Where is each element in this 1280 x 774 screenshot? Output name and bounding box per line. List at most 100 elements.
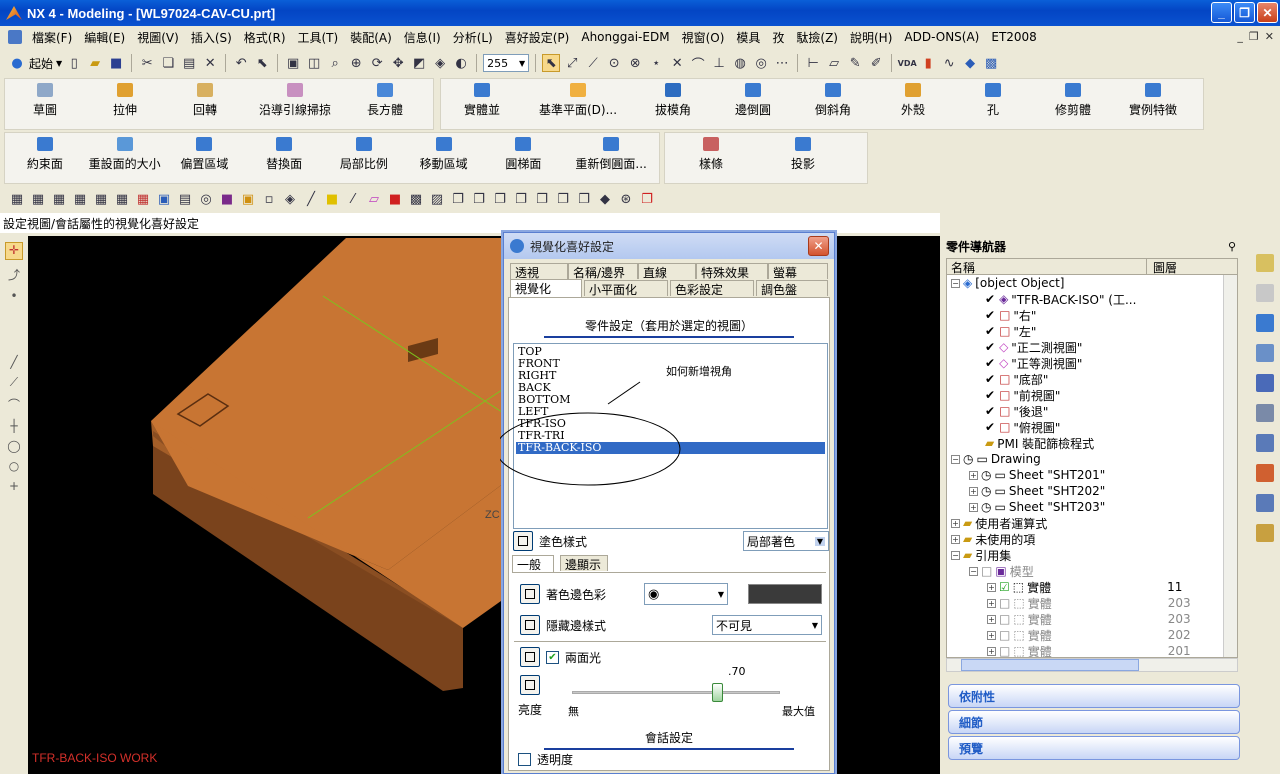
- undo-icon[interactable]: ↶: [232, 54, 250, 72]
- minimize-button[interactable]: _: [1211, 2, 1232, 23]
- menu-edm[interactable]: Ahonggai-EDM: [575, 30, 675, 44]
- cut-icon[interactable]: ✂: [138, 54, 156, 72]
- measure-icon[interactable]: ⊢: [804, 54, 822, 72]
- tool-b-icon[interactable]: ▦: [29, 190, 47, 208]
- tree-node[interactable]: ✔ □ "後退": [985, 403, 1048, 419]
- tree-node[interactable]: + ◷ ▭ Sheet "SHT201": [969, 467, 1105, 483]
- dialog-close-button[interactable]: ✕: [808, 236, 829, 256]
- zoom-region-icon[interactable]: ◫: [305, 54, 323, 72]
- move-region-button[interactable]: 移動區域: [404, 133, 484, 172]
- tool-v-icon[interactable]: ⊛: [617, 190, 635, 208]
- datum-plane-button[interactable]: 基準平面(D)...: [523, 79, 633, 118]
- tree-node[interactable]: ✔ □ "前視圖": [985, 387, 1060, 403]
- line-icon[interactable]: ╱: [302, 190, 320, 208]
- tab-special-effects[interactable]: 特殊效果: [696, 263, 768, 280]
- brightness-slider-thumb[interactable]: [712, 683, 724, 702]
- tab-perspective[interactable]: 透視: [510, 263, 568, 280]
- two-side-light-button[interactable]: [520, 647, 540, 667]
- transparency-checkbox[interactable]: [518, 753, 531, 766]
- circle-tool-icon[interactable]: ◯: [7, 439, 20, 453]
- open-icon[interactable]: ▰: [86, 54, 104, 72]
- copy-a-icon[interactable]: ❐: [449, 190, 467, 208]
- unite-button[interactable]: 實體並: [441, 79, 523, 118]
- history-icon[interactable]: [1256, 404, 1274, 422]
- tool-c-icon[interactable]: ▦: [50, 190, 68, 208]
- snap-rotate-icon[interactable]: ⤴: [8, 266, 20, 283]
- snap-point-icon[interactable]: ⋆: [647, 54, 665, 72]
- chart-icon[interactable]: ▮: [919, 54, 937, 72]
- tool-i-icon[interactable]: ▤: [176, 190, 194, 208]
- arc-tool-icon[interactable]: ⌒: [8, 396, 20, 413]
- manufacturing-wizard-icon[interactable]: [1256, 494, 1274, 512]
- ruler-icon[interactable]: ▱: [825, 54, 843, 72]
- roles-icon[interactable]: [1256, 524, 1274, 542]
- menu-misc[interactable]: 孜: [766, 29, 790, 46]
- column-layer-header[interactable]: 圖層: [1147, 259, 1177, 275]
- hole-button[interactable]: 孔: [953, 79, 1033, 118]
- menu-window[interactable]: 視窗(O): [676, 29, 731, 46]
- tree-vscrollbar[interactable]: [1223, 275, 1237, 657]
- tree-node[interactable]: + ▰ 使用者運算式: [951, 515, 1047, 531]
- tree-node[interactable]: − ◈ [object Object]: [951, 275, 1064, 291]
- point-icon[interactable]: •: [10, 289, 17, 303]
- edge-color-select[interactable]: ◉ ▼: [644, 583, 729, 605]
- tree-node[interactable]: + □ ⬚ 實體 202: [987, 627, 1191, 643]
- tree-node[interactable]: ✔ □ "左": [985, 323, 1036, 339]
- mdi-restore-button[interactable]: ❐: [1249, 30, 1259, 43]
- tool-s-icon[interactable]: ▩: [407, 190, 425, 208]
- tool-o-icon[interactable]: ■: [323, 190, 341, 208]
- tool-n-icon[interactable]: ◈: [281, 190, 299, 208]
- delete-icon[interactable]: ✕: [201, 54, 219, 72]
- menu-format[interactable]: 格式(R): [238, 29, 292, 46]
- snap-center-icon[interactable]: ⊙: [605, 54, 623, 72]
- menu-file[interactable]: 檔案(F): [26, 29, 78, 46]
- trim-tool-icon[interactable]: ┼: [10, 419, 17, 433]
- blend-face-button[interactable]: 圓梯面: [484, 133, 564, 172]
- spline-button[interactable]: 樣條: [665, 133, 757, 172]
- tree-node[interactable]: − □ ▣ 模型: [969, 563, 1034, 579]
- shell-button[interactable]: 外殼: [873, 79, 953, 118]
- hidden-edge-button[interactable]: [520, 615, 540, 635]
- extrude-button[interactable]: 拉伸: [85, 79, 165, 118]
- snap-int-icon[interactable]: ✕: [668, 54, 686, 72]
- tree-hscrollbar[interactable]: [946, 658, 1238, 672]
- pin-icon[interactable]: ⚲: [1228, 240, 1236, 253]
- tree-node[interactable]: + □ ⬚ 實體 203: [987, 595, 1191, 611]
- circle2-tool-icon[interactable]: ○: [9, 459, 19, 473]
- edge-color-swatch[interactable]: [748, 584, 822, 604]
- tree-node[interactable]: ✔ □ "右": [985, 307, 1036, 323]
- part-navigator-icon[interactable]: [1256, 284, 1274, 302]
- zoom-icon[interactable]: ⌕: [326, 54, 344, 72]
- menu-misc2[interactable]: 駄撿(Z): [790, 29, 844, 46]
- plus-tool-icon[interactable]: +: [9, 479, 19, 493]
- shade-style-select[interactable]: 局部著色 ▼: [743, 531, 829, 551]
- tab-visualization[interactable]: 視覺化: [510, 279, 582, 297]
- tool-f-icon[interactable]: ▦: [113, 190, 131, 208]
- chamfer-button[interactable]: 倒斜角: [793, 79, 873, 118]
- tool-q-icon[interactable]: ▱: [365, 190, 383, 208]
- tool-t-icon[interactable]: ▨: [428, 190, 446, 208]
- snap-end-icon[interactable]: ⤢: [563, 54, 581, 72]
- column-name-header[interactable]: 名稱: [947, 259, 1147, 275]
- snap-face-icon[interactable]: ◍: [731, 54, 749, 72]
- assembly-navigator-icon[interactable]: [1256, 254, 1274, 272]
- subtab-general[interactable]: 一般: [512, 555, 554, 573]
- snap-quad-icon[interactable]: ⊗: [626, 54, 644, 72]
- menu-view[interactable]: 視圖(V): [131, 29, 185, 46]
- maximize-button[interactable]: ❐: [1234, 2, 1255, 23]
- zoom-select[interactable]: 255 ▼: [483, 54, 530, 72]
- line2-tool-icon[interactable]: ⟋: [10, 375, 18, 390]
- snap-perp-icon[interactable]: ⊥: [710, 54, 728, 72]
- tool-j-icon[interactable]: ◎: [197, 190, 215, 208]
- brightness-slider[interactable]: [572, 683, 780, 702]
- tree-node[interactable]: ▰ PMI 裝配篩檢程式: [985, 435, 1094, 451]
- fit-icon[interactable]: ▣: [284, 54, 302, 72]
- menu-assembly[interactable]: 裝配(A): [344, 29, 398, 46]
- copy-g-icon[interactable]: ❐: [575, 190, 593, 208]
- tree-node[interactable]: ✔ ◇ "正等測視圖": [985, 355, 1082, 371]
- vda-icon[interactable]: VDA: [898, 54, 917, 72]
- tree-node[interactable]: ✔ ◈ "TFR-BACK-ISO" (工...: [985, 291, 1136, 307]
- tool-e-icon[interactable]: ▦: [92, 190, 110, 208]
- shading-icon[interactable]: ◐: [452, 54, 470, 72]
- tool-g-icon[interactable]: ▦: [134, 190, 152, 208]
